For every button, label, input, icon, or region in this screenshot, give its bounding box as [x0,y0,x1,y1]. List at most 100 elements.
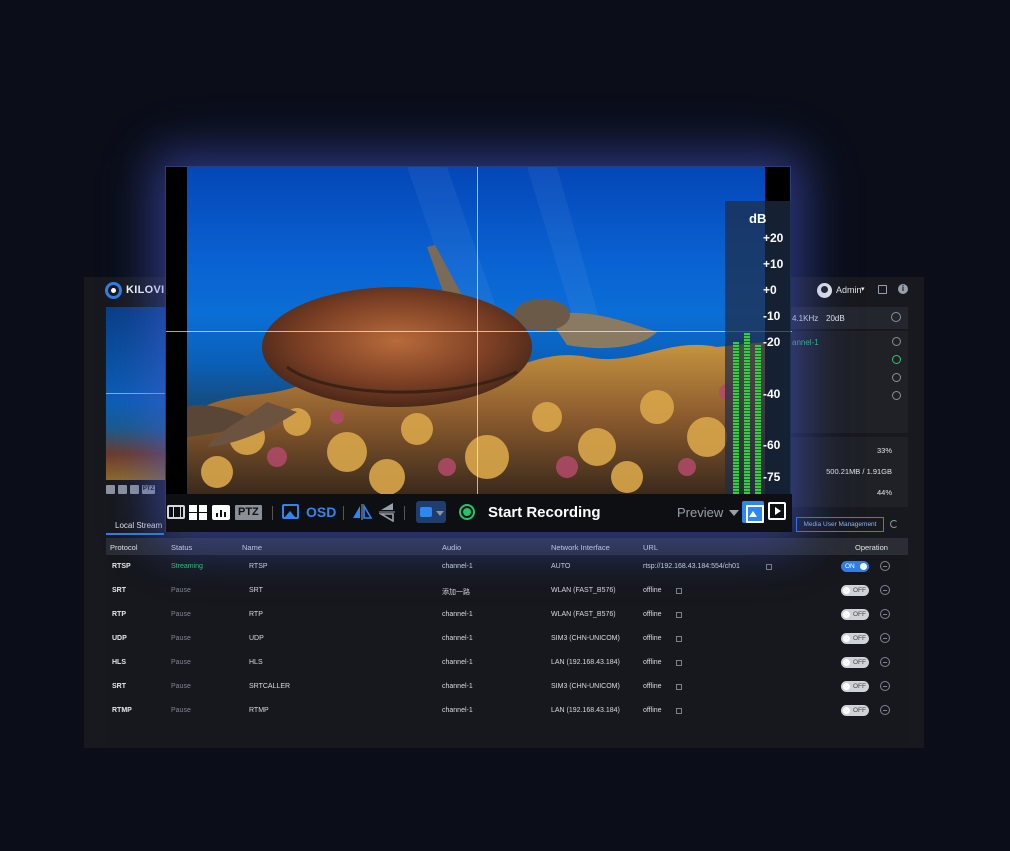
cell-name: HLS [249,659,263,666]
column-header: Protocol [110,543,138,552]
record-icon[interactable] [459,504,475,520]
meter-unit: dB [749,211,767,226]
cell-url[interactable]: offline [643,659,662,666]
cell-audio: 添加一路 [442,589,470,596]
cell-name: SRTCALLER [249,683,291,690]
cell-protocol: RTMP [112,707,132,714]
stream-toggle[interactable]: OFF [841,681,869,692]
start-recording-button[interactable]: Start Recording [488,504,601,521]
kiloview-logo-icon [105,282,122,299]
cell-status: Pause [171,707,191,714]
stream-toggle[interactable]: OFF [841,657,869,668]
table-row: SRT Pause SRT 添加一路 WLAN (FAST_B576) offline OF… [106,579,908,603]
cell-url[interactable]: offline [643,635,662,642]
stream-table: Protocol Status Name Audio Network Inter… [106,538,908,748]
image-mode-icon[interactable] [742,501,764,523]
copy-icon[interactable] [676,684,682,690]
cpu-usage: 33% [876,446,892,455]
meter-tick-label: +10 [763,257,784,271]
user-menu[interactable]: Admin [836,285,862,295]
cell-network: SIM3 (CHN-UNICOM) [551,635,620,642]
cell-protocol: RTSP [112,563,131,570]
cell-url[interactable]: rtsp://192.168.43.184:554/ch01 [643,563,740,570]
cell-name: RTP [249,611,263,618]
stream-toggle[interactable]: OFF [841,633,869,644]
stream-toggle[interactable]: ON [841,561,869,572]
layout-single-icon[interactable] [106,485,115,494]
stream-toggle[interactable]: OFF [841,609,869,620]
minus-circle-icon[interactable] [880,705,890,715]
osd-image-icon[interactable] [282,504,299,519]
ptz-button[interactable]: PTZ [235,505,262,520]
storage-usage: 44% [876,488,892,497]
stream-toggle[interactable]: OFF [841,585,869,596]
copy-icon[interactable] [676,660,682,666]
meter-tick-label: -40 [763,387,781,401]
meter-bar [755,345,761,494]
cell-audio: channel-1 [442,563,473,570]
cell-network: LAN (192.168.43.184) [551,707,620,714]
meter-tick-label: -75 [763,470,781,484]
signal-icon [891,355,901,364]
meter-tick-label: -20 [763,335,781,349]
info-icon[interactable]: i [898,284,908,294]
chevron-down-icon[interactable] [729,510,739,516]
cell-status: Streaming [171,563,203,570]
minus-circle-icon[interactable] [880,585,890,595]
cell-protocol: SRT [112,587,126,594]
cell-status: Pause [171,587,191,594]
cell-url[interactable]: offline [643,611,662,618]
copy-icon[interactable] [766,564,772,570]
video-mode-icon[interactable] [768,502,786,520]
mirror-icon[interactable] [352,504,372,520]
audio-level-icon[interactable] [212,505,230,520]
audio-meter: dB +20 +10 +0 -10 -20 -40 -60 -75 [725,201,791,494]
cell-audio: channel-1 [442,707,473,714]
table-row: HLS Pause HLS channel-1 LAN (192.168.43.184)… [106,651,908,675]
copy-icon[interactable] [676,588,682,594]
copy-icon[interactable] [676,636,682,642]
chevron-down-icon[interactable]: ▾ [861,285,865,293]
minus-circle-icon[interactable] [880,657,890,667]
cell-url[interactable]: offline [643,587,662,594]
cell-status: Pause [171,635,191,642]
info-circle-icon[interactable] [891,373,901,382]
help-icon[interactable] [891,391,901,400]
cell-protocol: RTP [112,611,126,618]
copy-icon[interactable] [676,612,682,618]
stream-source-icon[interactable] [416,501,446,523]
meter-bar [744,333,750,494]
cell-status: Pause [171,659,191,666]
osd-button[interactable]: OSD [306,504,336,520]
cell-network: LAN (192.168.43.184) [551,659,620,666]
minus-circle-icon[interactable] [880,561,890,571]
cell-name: RTSP [249,563,268,570]
stream-toggle[interactable]: OFF [841,705,869,716]
table-row: RTP Pause RTP channel-1 WLAN (FAST_B576) offl… [106,603,908,627]
user-avatar-icon[interactable] [817,283,832,298]
preview-mode-select[interactable]: Preview [677,505,723,520]
flip-icon[interactable] [379,502,395,522]
minus-circle-icon[interactable] [880,633,890,643]
player-toolbar: PTZ OSD Start Recording Preview [166,494,792,532]
audio-level-icon[interactable] [130,485,139,494]
cell-name: RTMP [249,707,269,714]
cell-name: SRT [249,587,263,594]
side-icon-column [884,337,908,409]
refresh-icon[interactable] [890,520,898,528]
cell-protocol: UDP [112,635,127,642]
settings-icon[interactable] [891,312,901,322]
layout-single-icon[interactable] [167,505,185,519]
layout-quad-icon[interactable] [118,485,127,494]
calendar-icon[interactable] [878,285,887,294]
crosshair-vertical [477,167,478,494]
minus-circle-icon[interactable] [880,681,890,691]
table-row: SRT Pause SRTCALLER channel-1 SIM3 (CHN-UNIC… [106,675,908,699]
minus-circle-icon[interactable] [880,609,890,619]
minus-circle-icon[interactable] [891,337,901,346]
cell-url[interactable]: offline [643,707,662,714]
layout-quad-icon[interactable] [189,505,207,520]
copy-icon[interactable] [676,708,682,714]
crosshair-horizontal [166,331,792,332]
cell-url[interactable]: offline [643,683,662,690]
